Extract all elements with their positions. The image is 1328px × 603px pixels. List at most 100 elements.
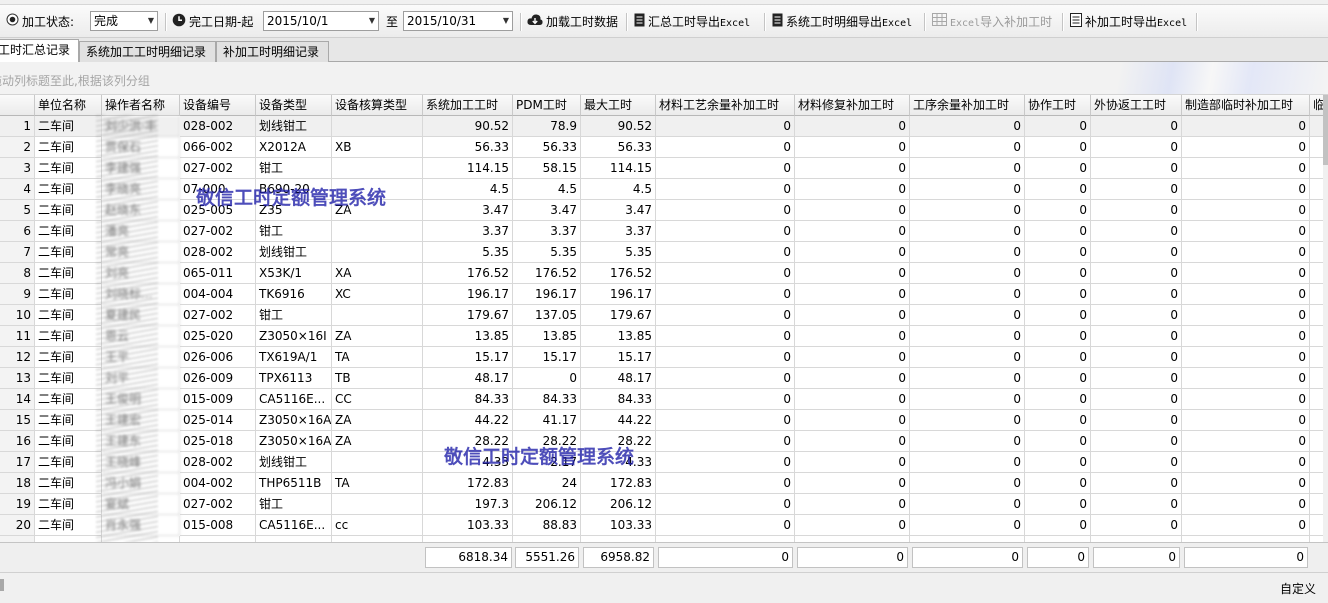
unit-name-cell[interactable]: 二车间 — [35, 305, 102, 326]
table-row[interactable]: 6 二车间 潘亮 027-002 钳工 3.37 3.37 3.37 0 0 0 0 0 0 — [0, 221, 1323, 242]
outsource-rework-hours-cell[interactable]: 0 — [1091, 368, 1182, 389]
device-accounting-type-cell[interactable]: XA — [332, 263, 423, 284]
max-hours-cell[interactable]: 103.33 — [581, 515, 656, 536]
temp-extra-hours-cell[interactable]: 0 — [1182, 242, 1310, 263]
column-header[interactable]: 外协返工工时 — [1091, 95, 1182, 116]
column-header[interactable]: 制造部临时补加工时 — [1182, 95, 1310, 116]
table-cell[interactable] — [1310, 473, 1323, 494]
system-hours-cell[interactable]: 5.35 — [423, 242, 513, 263]
unit-name-cell[interactable]: 二车间 — [35, 200, 102, 221]
radio-icon[interactable] — [6, 13, 19, 29]
device-id-cell[interactable]: 026-009 — [180, 368, 256, 389]
table-cell[interactable] — [1310, 494, 1323, 515]
temp-extra-hours-cell[interactable]: 0 — [1182, 158, 1310, 179]
system-hours-cell[interactable]: 4.5 — [423, 179, 513, 200]
row-number[interactable]: 8 — [0, 263, 35, 284]
row-number[interactable]: 20 — [0, 515, 35, 536]
temp-extra-hours-cell[interactable]: 0 — [1182, 473, 1310, 494]
device-id-cell[interactable]: 028-002 — [180, 242, 256, 263]
device-id-cell[interactable]: 027-002 — [180, 494, 256, 515]
device-accounting-type-cell[interactable] — [332, 158, 423, 179]
customize-button[interactable]: 自定义 — [1280, 580, 1316, 597]
group-by-panel[interactable]: 拖动列标题至此,根据该列分组 — [0, 62, 1328, 95]
process-margin-hours-cell[interactable]: 0 — [910, 431, 1025, 452]
temp-extra-hours-cell[interactable]: 0 — [1182, 116, 1310, 137]
device-accounting-type-cell[interactable] — [332, 221, 423, 242]
device-type-cell[interactable]: 钳工 — [256, 158, 332, 179]
cooperation-hours-cell[interactable]: 0 — [1025, 158, 1091, 179]
table-row[interactable]: 14 二车间 王俊明 015-009 CA5116E... CC 84.33 84.33 84.… — [0, 389, 1323, 410]
device-type-cell[interactable]: X53K/1 — [256, 263, 332, 284]
excel-import-button[interactable]: Excel导入补加工时 — [932, 5, 1052, 37]
material-process-hours-cell[interactable]: 0 — [656, 389, 795, 410]
data-grid[interactable]: 单位名称 操作者名称 设备编号 设备类型 设备核算类型 系统加工工时 PDM工时… — [0, 95, 1323, 542]
pdm-hours-cell[interactable]: 13.85 — [513, 326, 581, 347]
operator-name-cell[interactable]: 潘亮 — [102, 221, 180, 242]
device-type-cell[interactable]: TK6916 — [256, 284, 332, 305]
column-header[interactable]: PDM工时 — [513, 95, 581, 116]
outsource-rework-hours-cell[interactable]: 0 — [1091, 431, 1182, 452]
operator-name-cell[interactable]: 李晓亮 — [102, 179, 180, 200]
unit-name-cell[interactable]: 二车间 — [35, 368, 102, 389]
column-header[interactable]: 材料修复补加工时 — [795, 95, 910, 116]
process-margin-hours-cell[interactable]: 0 — [910, 452, 1025, 473]
device-type-cell[interactable]: TX619A/1 — [256, 347, 332, 368]
material-repair-hours-cell[interactable]: 0 — [795, 515, 910, 536]
material-repair-hours-cell[interactable]: 0 — [795, 137, 910, 158]
max-hours-cell[interactable]: 172.83 — [581, 473, 656, 494]
outsource-rework-hours-cell[interactable]: 0 — [1091, 284, 1182, 305]
row-number[interactable]: 16 — [0, 431, 35, 452]
material-process-hours-cell[interactable]: 0 — [656, 452, 795, 473]
max-hours-cell[interactable]: 206.12 — [581, 494, 656, 515]
temp-extra-hours-cell[interactable]: 0 — [1182, 221, 1310, 242]
cooperation-hours-cell[interactable]: 0 — [1025, 116, 1091, 137]
operator-name-cell[interactable]: 冯小娟 — [102, 473, 180, 494]
row-number[interactable]: 14 — [0, 389, 35, 410]
device-accounting-type-cell[interactable] — [332, 305, 423, 326]
column-header[interactable]: 操作者名称 — [102, 95, 180, 116]
device-accounting-type-cell[interactable] — [332, 452, 423, 473]
material-repair-hours-cell[interactable]: 0 — [795, 410, 910, 431]
system-hours-cell[interactable]: 3.47 — [423, 200, 513, 221]
temp-extra-hours-cell[interactable]: 0 — [1182, 515, 1310, 536]
outsource-rework-hours-cell[interactable]: 0 — [1091, 200, 1182, 221]
outsource-rework-hours-cell[interactable]: 0 — [1091, 263, 1182, 284]
unit-name-cell[interactable]: 二车间 — [35, 494, 102, 515]
unit-name-cell[interactable]: 二车间 — [35, 347, 102, 368]
pdm-hours-cell[interactable]: 206.12 — [513, 494, 581, 515]
pdm-hours-cell[interactable]: 3.37 — [513, 221, 581, 242]
cooperation-hours-cell[interactable]: 0 — [1025, 452, 1091, 473]
table-cell[interactable] — [1310, 200, 1323, 221]
device-id-cell[interactable]: 004-004 — [180, 284, 256, 305]
pdm-hours-cell[interactable]: 5.35 — [513, 242, 581, 263]
cooperation-hours-cell[interactable]: 0 — [1025, 284, 1091, 305]
material-repair-hours-cell[interactable]: 0 — [795, 473, 910, 494]
scrollbar-thumb[interactable] — [1323, 95, 1328, 165]
table-row[interactable]: 8 二车间 刘亮 065-011 X53K/1 XA 176.52 176.52 176.52 0… — [0, 263, 1323, 284]
process-margin-hours-cell[interactable]: 0 — [910, 179, 1025, 200]
chevron-down-icon[interactable]: ▼ — [503, 12, 509, 30]
outsource-rework-hours-cell[interactable]: 0 — [1091, 515, 1182, 536]
table-row[interactable]: 7 二车间 常亮 028-002 划线钳工 5.35 5.35 5.35 0 0 0 0 0 0 — [0, 242, 1323, 263]
material-process-hours-cell[interactable]: 0 — [656, 221, 795, 242]
max-hours-cell[interactable]: 15.17 — [581, 347, 656, 368]
load-data-button[interactable]: 加载工时数据 — [527, 5, 618, 37]
material-repair-hours-cell[interactable]: 0 — [795, 452, 910, 473]
operator-name-cell[interactable]: 王建宏 — [102, 410, 180, 431]
material-process-hours-cell[interactable]: 0 — [656, 179, 795, 200]
device-id-cell[interactable]: 027-002 — [180, 305, 256, 326]
status-select[interactable]: 完成 ▼ — [90, 11, 158, 31]
max-hours-cell[interactable]: 48.17 — [581, 368, 656, 389]
device-id-cell[interactable]: 025-020 — [180, 326, 256, 347]
unit-name-cell[interactable]: 二车间 — [35, 158, 102, 179]
device-type-cell[interactable]: CA5116E... — [256, 389, 332, 410]
operator-name-cell[interactable]: 恩云 — [102, 326, 180, 347]
device-id-cell[interactable]: 065-011 — [180, 263, 256, 284]
max-hours-cell[interactable]: 176.52 — [581, 263, 656, 284]
row-number[interactable]: 1 — [0, 116, 35, 137]
outsource-rework-hours-cell[interactable]: 0 — [1091, 452, 1182, 473]
vertical-scrollbar[interactable] — [1323, 95, 1328, 542]
table-row[interactable]: 2 二车间 贾保石 066-002 X2012A XB 56.33 56.33 56.33 0 0 0… — [0, 137, 1323, 158]
system-hours-cell[interactable]: 114.15 — [423, 158, 513, 179]
operator-name-cell[interactable]: 刘晓标... — [102, 284, 180, 305]
